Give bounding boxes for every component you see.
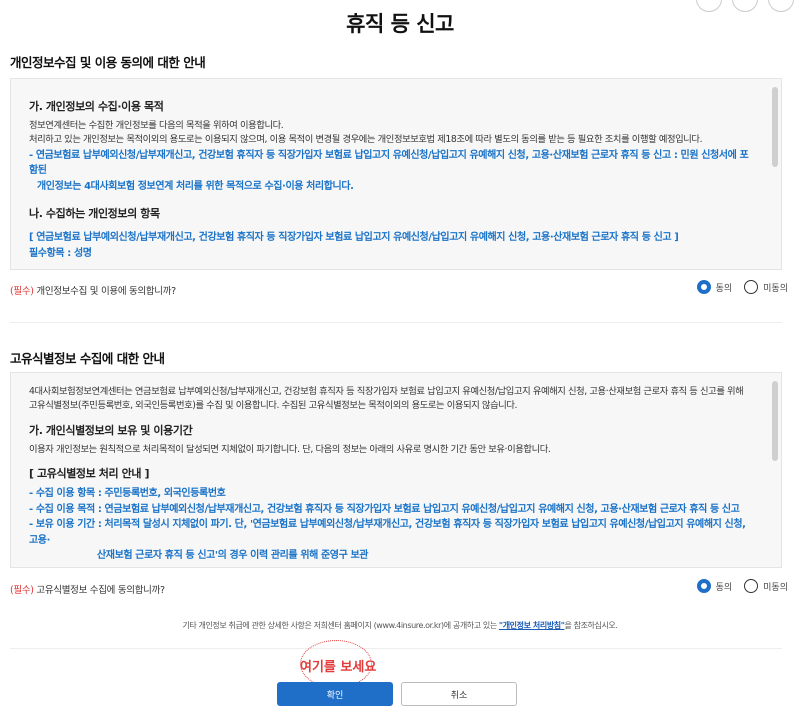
section1-a-title: 가. 개인정보의 수집·이용 목적 [29,100,164,113]
section2-b-title: [ 고유식별정보 처리 안내 ] [29,467,150,481]
scrollbar-thumb[interactable] [772,381,778,461]
agree-label: 동의 [715,582,733,593]
section2-title: 고유식별정보 수집에 대한 안내 [10,351,165,366]
confirm-button[interactable]: 확인 [277,682,393,706]
section2-item2: - 수집 이용 목적 : 연금보험료 납부예외신청/납부재개신고, 건강보험 휴… [29,503,740,515]
divider [10,322,782,323]
section1-b-blue1: [ 연금보험료 납부예외신청/납부재개신고, 건강보험 휴직자 등 직장가입자 … [29,232,679,244]
privacy-policy-link[interactable]: "개인정보 처리방침" [499,621,565,630]
cancel-button[interactable]: 취소 [401,682,517,706]
section2-intro1: 4대사회보험정보연계센터는 연금보험료 납부예외신청/납부재개신고, 건강보험 … [29,386,744,397]
section2-item1: - 수집 이용 항목 : 주민등록번호, 외국인등록번호 [29,488,226,500]
section2-intro2: 고유식별정보(주민등록번호, 외국인등록번호)를 수집 및 이용합니다. 수집된… [29,400,518,412]
section2-item3b: 산재보험 근로자 휴직 등 신고'의 경우 이력 관리를 위해 준영구 보관 [97,550,369,562]
section1-a-line1: 정보연계센터는 수집한 개인정보를 다음의 목적을 위하여 이용합니다. [29,120,284,132]
unique-id-consent-box[interactable]: 4대사회보험정보연계센터는 연금보험료 납부예외신청/납부재개신고, 건강보험 … [10,372,782,568]
privacy-policy-notice: 기타 개인정보 취급에 관한 상세한 사항은 저희센터 홈페이지 (www.4i… [182,621,618,630]
divider [10,648,782,649]
hint-label: 여기를 보세요 [300,660,377,675]
section1-b-title: 나. 수집하는 개인정보의 항목 [29,207,160,221]
unique-id-consent-radios: 동의 미동의 [696,579,788,593]
page-title: 휴직 등 신고 [346,12,454,36]
disagree-radio[interactable] [744,280,759,294]
disagree-label: 미동의 [763,582,788,593]
privacy-consent-box[interactable]: 가. 개인정보의 수집·이용 목적 정보연계센터는 수집한 개인정보를 다음의 … [10,78,782,270]
agree-label: 동의 [715,283,733,294]
disagree-label: 미동의 [763,283,788,294]
privacy-consent-radios: 동의 미동의 [696,280,788,294]
section1-title: 개인정보수집 및 이용 동의에 대한 안내 [10,55,206,70]
agree-radio[interactable] [696,280,711,294]
disagree-radio[interactable] [744,579,759,593]
privacy-consent-question: (필수) 개인정보수집 및 이용에 동의합니까? [10,286,176,297]
section1-a-blue2: 개인정보는 4대사회보험 정보연계 처리를 위한 목적으로 수집·이용 처리합니… [37,180,354,192]
section1-b-blue2: 필수항목 : 성명 [29,247,92,259]
unique-id-consent-question: (필수) 고유식별정보 수집에 동의합니까? [10,585,165,596]
section2-a-line1: 이용자 개인정보는 원칙적으로 처리목적이 달성되면 지체없이 파기합니다. 단… [29,443,551,455]
section2-a-title: 가. 개인식별정보의 보유 및 이용기간 [29,423,193,437]
scrollbar-thumb[interactable] [772,87,778,167]
section2-item3a: - 보유 이용 기간 : 처리목적 달성시 지체없이 파기. 단, '연금보험료… [29,519,746,546]
agree-radio[interactable] [696,579,711,593]
section1-a-blue1: - 연금보험료 납부예외신청/납부재개신고, 건강보험 휴직자 등 직장가입자 … [29,149,749,177]
section1-a-line2: 처리하고 있는 개인정보는 목적이외의 용도로는 이용되지 않으며, 이용 목적… [29,134,703,146]
